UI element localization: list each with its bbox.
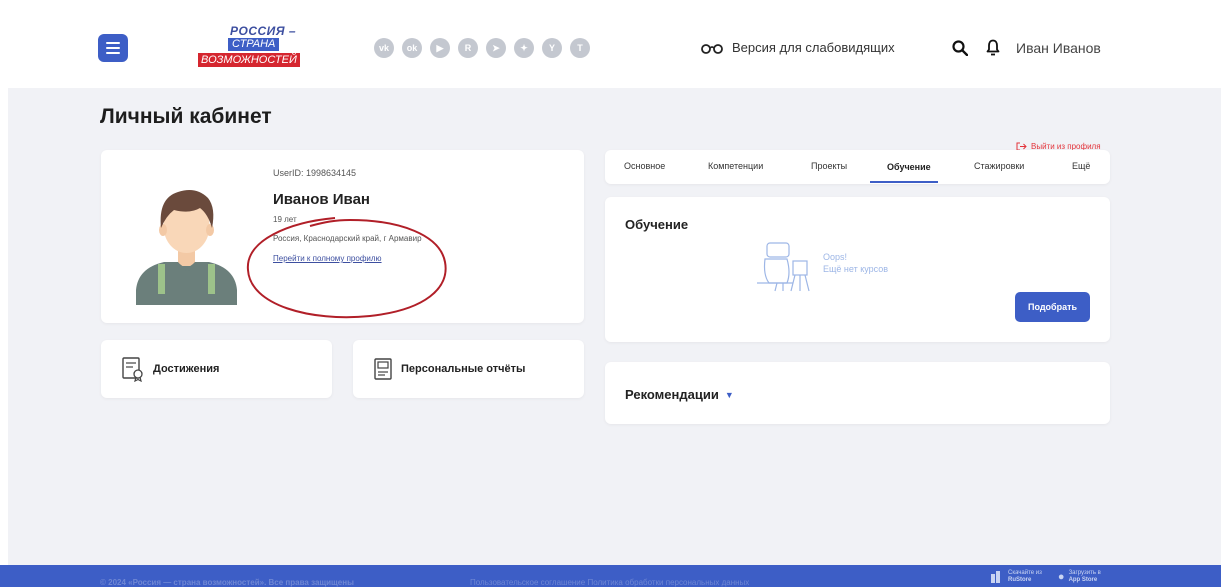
tab-competencies[interactable]: Компетенции (708, 161, 763, 171)
tab-main[interactable]: Основное (624, 161, 665, 171)
low-vision-toggle[interactable]: Версия для слабовидящих (700, 40, 895, 55)
chevron-down-icon: ▼ (724, 389, 734, 400)
logo-line-2: СТРАНА (228, 38, 280, 51)
tab-internships[interactable]: Стажировки (974, 161, 1024, 171)
reports-card[interactable]: Персональные отчёты (353, 340, 584, 398)
apple-icon: ● (1057, 570, 1065, 583)
yappy-icon[interactable]: Y (542, 38, 562, 58)
header-user-name[interactable]: Иван Иванов (1016, 40, 1101, 56)
appstore-button[interactable]: ● Загрузить в App Store (1058, 570, 1101, 584)
youtube-icon[interactable]: ▶ (430, 38, 450, 58)
vk-icon[interactable]: vk (374, 38, 394, 58)
profile-card: UserID: 1998634145 Иванов Иван 19 лет Ро… (101, 150, 584, 323)
report-icon (374, 358, 392, 380)
dzen-icon[interactable]: ✦ (514, 38, 534, 58)
pick-courses-button[interactable]: Подобрать (1015, 292, 1090, 322)
profile-age: 19 лет (273, 215, 297, 224)
learning-card: Обучение Oops! Ещё нет курсов Подобрать (605, 197, 1110, 342)
appstore-bottom: App Store (1068, 577, 1098, 583)
search-icon[interactable] (952, 40, 968, 56)
reports-label: Персональные отчёты (401, 363, 526, 375)
social-links: vk ok ▶ R ➤ ✦ Y T (374, 38, 590, 58)
profile-location: Россия, Краснодарский край, г Армавир (273, 234, 422, 243)
telegram-icon[interactable]: ➤ (486, 38, 506, 58)
active-tab-indicator (870, 181, 938, 183)
tab-projects[interactable]: Проекты (811, 161, 847, 171)
profile-name: Иванов Иван (273, 191, 370, 208)
footer: © 2024 «Россия — страна возможностей». В… (0, 565, 1221, 587)
tenchat-icon[interactable]: T (570, 38, 590, 58)
profile-tabs (605, 150, 1110, 184)
recommendations-title: Рекомендации (625, 387, 719, 402)
logo-line-3: ВОЗМОЖНОСТЕЙ (198, 53, 300, 67)
tab-more[interactable]: Ещё (1072, 161, 1090, 171)
low-vision-label: Версия для слабовидящих (732, 40, 895, 55)
achievements-card[interactable]: Достижения (101, 340, 332, 398)
empty-title: Oops! (823, 252, 848, 262)
menu-icon[interactable] (98, 34, 128, 62)
empty-text: Ещё нет курсов (823, 264, 889, 274)
page-title: Личный кабинет (100, 105, 272, 128)
rustore-icon (991, 571, 1000, 583)
rustore-button[interactable]: Скачайте из RuStore (990, 570, 1042, 584)
empty-courses-illustration (757, 242, 810, 292)
certificate-icon (122, 357, 143, 382)
app-store-links: Скачайте из RuStore ● Загрузить в App Stor… (990, 570, 1101, 584)
rustore-bottom: RuStore (1008, 577, 1032, 583)
rustore-top: Скачайте из (1008, 570, 1042, 576)
glasses-icon (701, 43, 723, 54)
full-profile-link[interactable]: Перейти к полному профилю (273, 254, 382, 263)
achievements-label: Достижения (153, 363, 220, 375)
learning-title: Обучение (625, 217, 689, 232)
tab-learning[interactable]: Обучение (887, 162, 931, 172)
rutube-icon[interactable]: R (458, 38, 478, 58)
bell-icon[interactable] (986, 39, 1000, 56)
appstore-top: Загрузить в (1068, 570, 1101, 576)
site-logo[interactable]: РОССИЯ – СТРАНА ВОЗМОЖНОСТЕЙ (196, 24, 316, 74)
recommendations-toggle[interactable]: Рекомендации ▼ (625, 387, 734, 402)
user-id: UserID: 1998634145 (273, 168, 357, 178)
logo-line-1: РОССИЯ – (230, 24, 297, 38)
footer-links[interactable]: Пользовательское соглашение Политика обр… (470, 578, 749, 587)
avatar (136, 190, 237, 305)
odnoklassniki-icon[interactable]: ok (402, 38, 422, 58)
recommendations-card: Рекомендации ▼ (605, 362, 1110, 424)
footer-copyright: © 2024 «Россия — страна возможностей». В… (100, 578, 354, 587)
